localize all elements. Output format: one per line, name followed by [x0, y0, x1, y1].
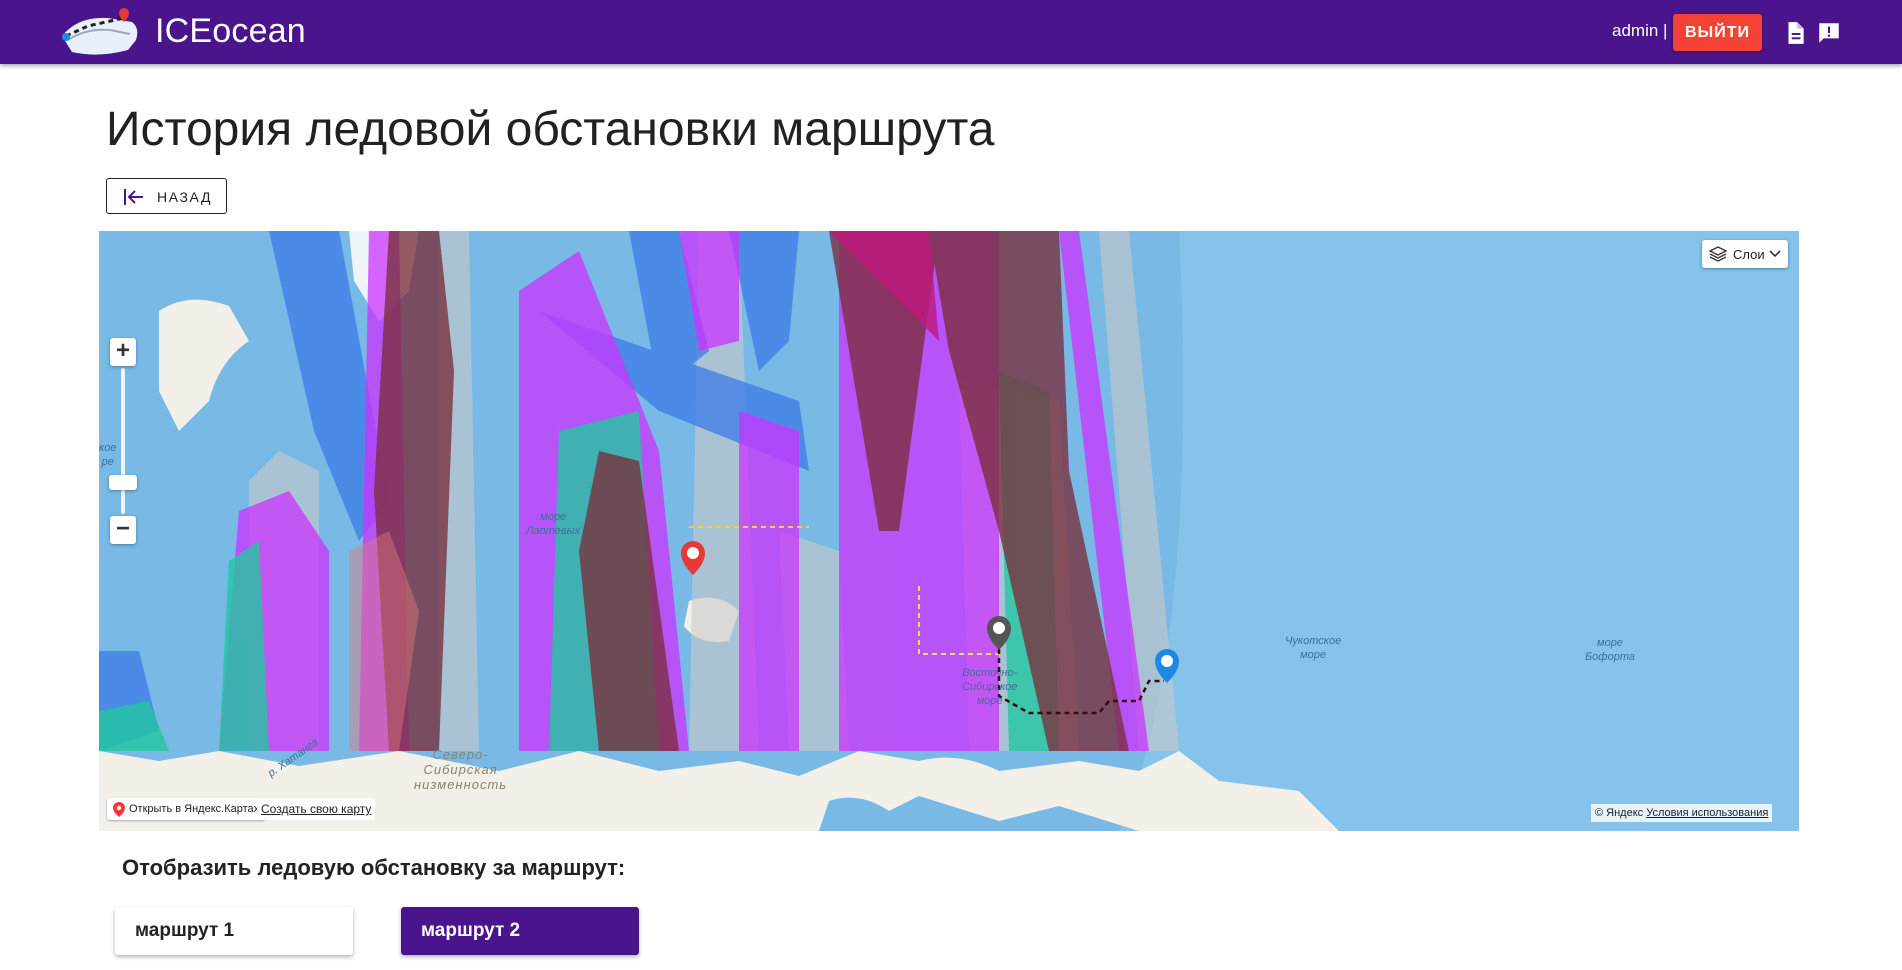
logout-button[interactable]: выйти [1673, 14, 1762, 51]
back-arrow-icon [124, 189, 143, 205]
layers-icon [1709, 246, 1727, 262]
zoom-track[interactable] [121, 368, 125, 514]
username-label: admin | [1612, 21, 1668, 40]
document-icon[interactable] [1782, 20, 1808, 46]
map-copyright: © Яндекс Условия использования [1591, 804, 1773, 822]
map-label-east-siberian: Восточно- Сибирское море [962, 667, 1018, 707]
chevron-down-icon [1769, 250, 1781, 258]
map-label-lowland: Северо- Сибирская низменность [414, 747, 508, 792]
app-logo [62, 8, 138, 55]
map-label-beaufort: море Бофорта [1585, 637, 1635, 663]
app-bar: ICEocean admin | выйти [0, 0, 1902, 64]
back-button[interactable]: назад [106, 178, 227, 214]
layers-label: Слои [1733, 247, 1765, 262]
map-view[interactable]: море Лаптевых Восточно- Сибирское море Чуко… [99, 231, 1799, 831]
zoom-in-button[interactable]: + [110, 338, 136, 366]
map-label-laptev: море Лаптевых [526, 511, 581, 537]
map-canvas[interactable] [99, 231, 1799, 831]
layers-button[interactable]: Слои [1702, 240, 1788, 268]
zoom-out-button[interactable]: − [110, 516, 136, 544]
app-title: ICEocean [155, 12, 306, 50]
open-in-yandex-link[interactable]: Открыть в Яндекс.Картах [107, 798, 266, 820]
page-title: История ледовой обстановки маршрута [106, 103, 995, 156]
zoom-slider-handle[interactable] [109, 475, 137, 490]
open-in-yandex-label: Открыть в Яндекс.Картах [129, 803, 260, 815]
map-label-chukchi: Чукотское море [1285, 635, 1342, 661]
route-2-button[interactable]: маршрут 2 [401, 907, 639, 955]
copyright-label: © Яндекс [1595, 807, 1644, 819]
create-map-link[interactable]: Создать свою карту [257, 798, 376, 820]
map-label-kara-fragment: кое ре [99, 442, 117, 468]
feedback-icon[interactable] [1816, 20, 1842, 46]
yandex-pin-icon [113, 802, 125, 817]
routes-prompt: Отобразить ледовую обстановку за маршрут… [122, 855, 626, 880]
route-1-button[interactable]: маршрут 1 [115, 907, 353, 955]
back-button-label: назад [157, 189, 213, 205]
terms-link[interactable]: Условия использования [1646, 807, 1768, 819]
